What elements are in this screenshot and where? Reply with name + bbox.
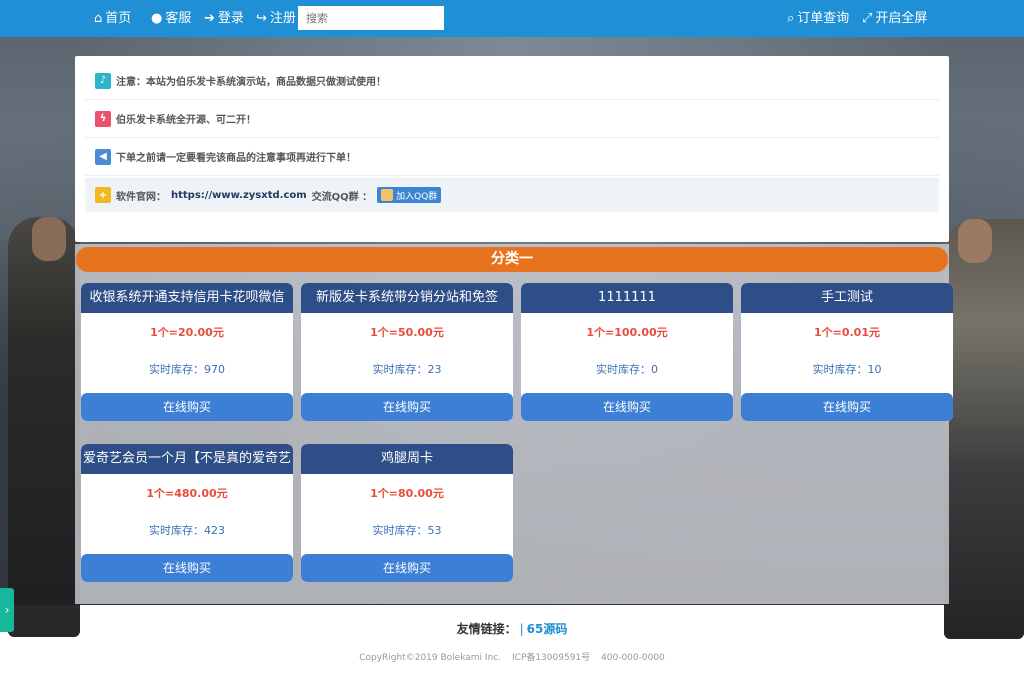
top-navbar: ⌂ 首页 ● 客服 ➔ 登录 ↪ 注册 ⌕ 订单查询 ⤢ 开启全屏 <box>0 0 1024 37</box>
product-name: 收银系统开通支持信用卡花呗微信 <box>81 283 293 313</box>
product-name: 1111111 <box>521 283 733 313</box>
bell-icon: ♪ <box>95 72 111 89</box>
buy-button[interactable]: 在线购买 <box>521 393 733 421</box>
friend-links-separator: | <box>519 622 524 636</box>
sign-in-icon: ➔ <box>204 11 215 26</box>
notice-text: 下单之前请一定要看完该商品的注意事项再进行下单！ <box>116 153 356 164</box>
nav-register-label: 注册 <box>269 11 296 26</box>
nav-service-label: 客服 <box>165 11 192 26</box>
product-price: 1个=20.00元 <box>150 326 224 339</box>
product-name: 鸡腿周卡 <box>301 444 513 474</box>
notice-text: 伯乐发卡系统全开源、可二开！ <box>116 115 256 126</box>
friend-links: 友情链接： | 65源码 <box>0 620 1024 637</box>
buy-button[interactable]: 在线购买 <box>301 554 513 582</box>
background-character-left <box>8 217 80 637</box>
sign-up-icon: ↪ <box>256 11 267 26</box>
product-name: 手工测试 <box>741 283 953 313</box>
qq-avatar-icon <box>381 189 394 201</box>
notice-item: ◀ 下单之前请一定要看完该商品的注意事项再进行下单！ <box>85 138 939 176</box>
category-header: 分类一 <box>76 247 948 272</box>
notice-item: ϟ 伯乐发卡系统全开源、可二开！ <box>85 100 939 138</box>
chevron-right-icon: › <box>4 603 10 617</box>
qq-group-label: 交流QQ群 ： <box>311 191 373 203</box>
product-card: 手工测试 1个=0.01元 实时库存：10 在线购买 <box>741 283 953 421</box>
official-label: 软件官网： <box>116 191 166 203</box>
product-card: 1111111 1个=100.00元 实时库存：0 在线购买 <box>521 283 733 421</box>
nav-login-label: 登录 <box>217 11 244 26</box>
nav-order-query-label: 订单查询 <box>797 11 850 26</box>
product-stock: 实时库存：970 <box>149 363 225 376</box>
join-qq-group-label: 加入QQ群 <box>396 191 438 202</box>
product-stock: 实时库存：10 <box>812 363 882 376</box>
user-icon: ● <box>151 11 163 26</box>
nav-register[interactable]: ↪ 注册 <box>256 0 296 37</box>
official-url-link[interactable]: https://www.zysxtd.com <box>171 190 307 201</box>
buy-button[interactable]: 在线购买 <box>741 393 953 421</box>
plus-icon: + <box>95 187 111 203</box>
friend-link[interactable]: 65源码 <box>527 622 568 636</box>
product-price: 1个=0.01元 <box>813 326 880 339</box>
product-stock: 实时库存：53 <box>372 524 442 537</box>
product-card: 新版发卡系统带分销分站和免签 1个=50.00元 实时库存：23 在线购买 <box>301 283 513 421</box>
product-stock: 实时库存：23 <box>372 363 442 376</box>
official-site-row: + 软件官网： https://www.zysxtd.com 交流QQ群 ： 加… <box>85 178 939 212</box>
icp-text: ICP备13009591号 <box>511 653 591 663</box>
friend-links-label: 友情链接： <box>456 622 517 636</box>
background-character-right <box>944 219 1024 639</box>
nav-order-query[interactable]: ⌕ 订单查询 <box>787 0 849 37</box>
notice-text: 注意：本站为伯乐发卡系统演示站，商品数据只做测试使用！ <box>116 77 386 88</box>
phone-text: 400-000-0000 <box>601 653 665 663</box>
copyright: CopyRight©2019 Bolekami Inc. ICP备1300959… <box>0 650 1024 663</box>
product-card: 鸡腿周卡 1个=80.00元 实时库存：53 在线购买 <box>301 444 513 582</box>
notice-item: ♪ 注意：本站为伯乐发卡系统演示站，商品数据只做测试使用！ <box>85 62 939 100</box>
product-stock: 实时库存：423 <box>149 524 225 537</box>
nav-fullscreen[interactable]: ⤢ 开启全屏 <box>862 0 927 37</box>
buy-button[interactable]: 在线购买 <box>81 393 293 421</box>
product-price: 1个=100.00元 <box>586 326 668 339</box>
product-stock: 实时库存：0 <box>596 363 658 376</box>
nav-fullscreen-label: 开启全屏 <box>875 11 928 26</box>
product-name: 新版发卡系统带分销分站和免签 <box>301 283 513 313</box>
search-icon: ⌕ <box>787 11 795 26</box>
fullscreen-icon: ⤢ <box>862 11 873 26</box>
nav-home[interactable]: ⌂ 首页 <box>94 0 131 37</box>
nav-service[interactable]: ● 客服 <box>151 0 191 37</box>
copyright-text: CopyRight©2019 Bolekami Inc. <box>359 653 502 663</box>
product-price: 1个=480.00元 <box>146 487 228 500</box>
nav-home-label: 首页 <box>105 11 132 26</box>
notice-panel: ♪ 注意：本站为伯乐发卡系统演示站，商品数据只做测试使用！ ϟ 伯乐发卡系统全开… <box>75 56 949 242</box>
megaphone-icon: ◀ <box>95 148 111 165</box>
product-price: 1个=80.00元 <box>370 487 444 500</box>
search-input[interactable] <box>298 6 444 30</box>
product-card: 爱奇艺会员一个月【不是真的爱奇艺 1个=480.00元 实时库存：423 在线购… <box>81 444 293 582</box>
product-name: 爱奇艺会员一个月【不是真的爱奇艺 <box>81 444 293 474</box>
bolt-icon: ϟ <box>95 110 111 127</box>
home-icon: ⌂ <box>94 11 103 26</box>
buy-button[interactable]: 在线购买 <box>301 393 513 421</box>
nav-login[interactable]: ➔ 登录 <box>204 0 244 37</box>
join-qq-group-button[interactable]: 加入QQ群 <box>377 187 442 203</box>
product-price: 1个=50.00元 <box>370 326 444 339</box>
product-card: 收银系统开通支持信用卡花呗微信 1个=20.00元 实时库存：970 在线购买 <box>81 283 293 421</box>
buy-button[interactable]: 在线购买 <box>81 554 293 582</box>
